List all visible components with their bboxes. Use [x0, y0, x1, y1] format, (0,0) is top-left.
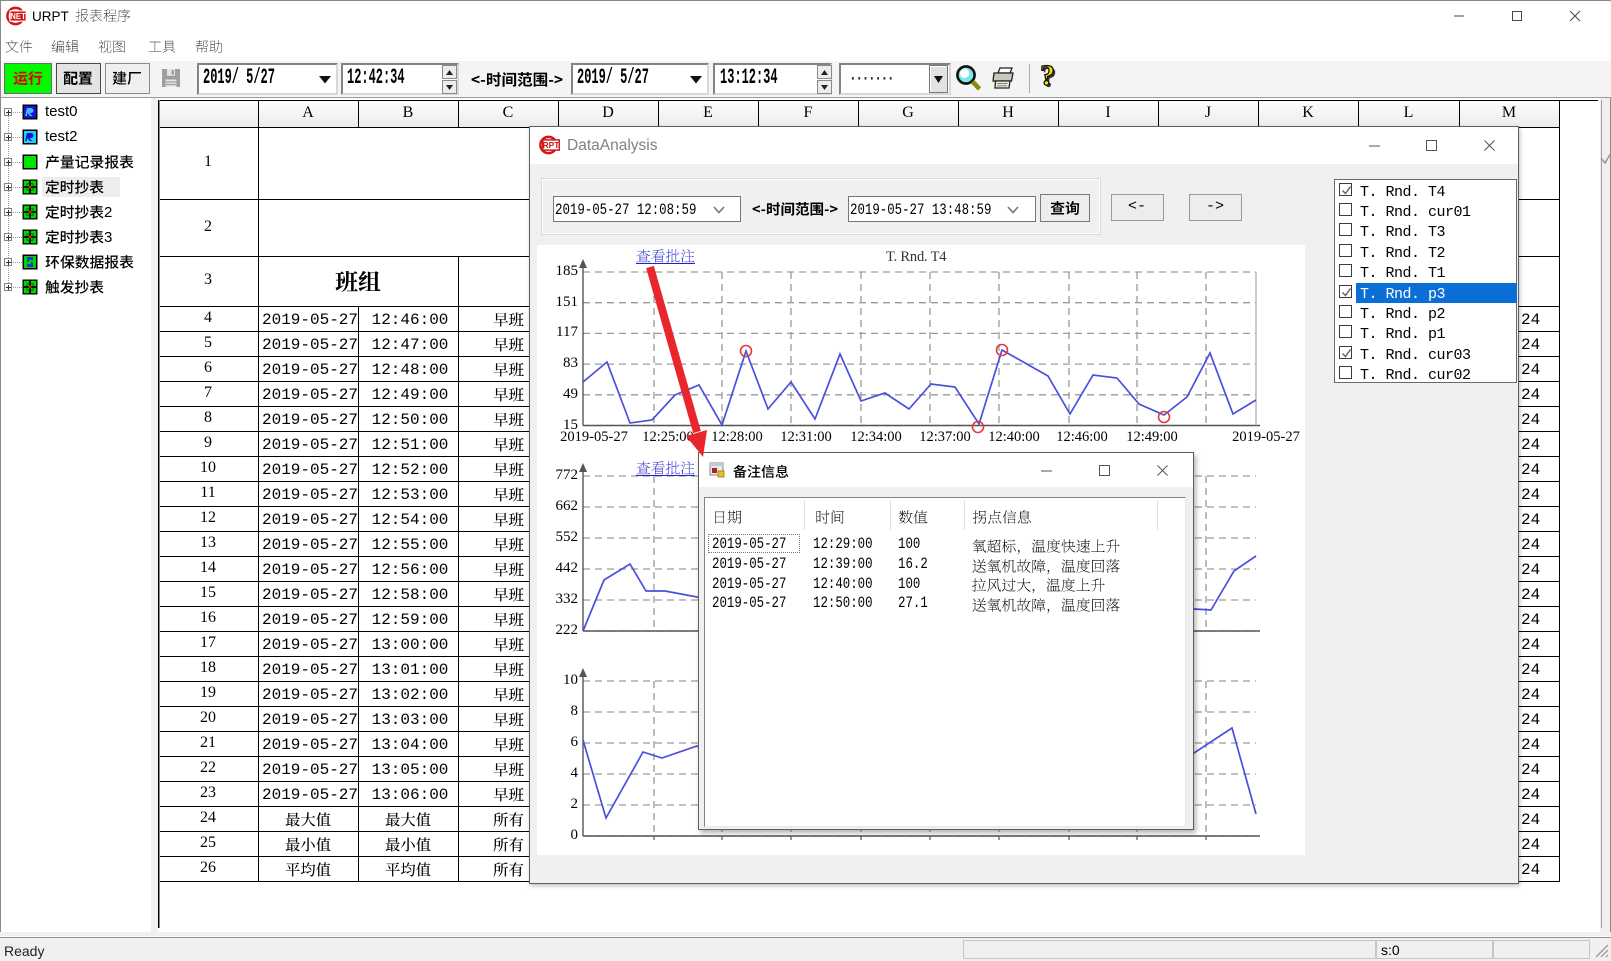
svg-text:RPT: RPT	[543, 140, 561, 150]
svg-text:NET: NET	[10, 12, 26, 21]
